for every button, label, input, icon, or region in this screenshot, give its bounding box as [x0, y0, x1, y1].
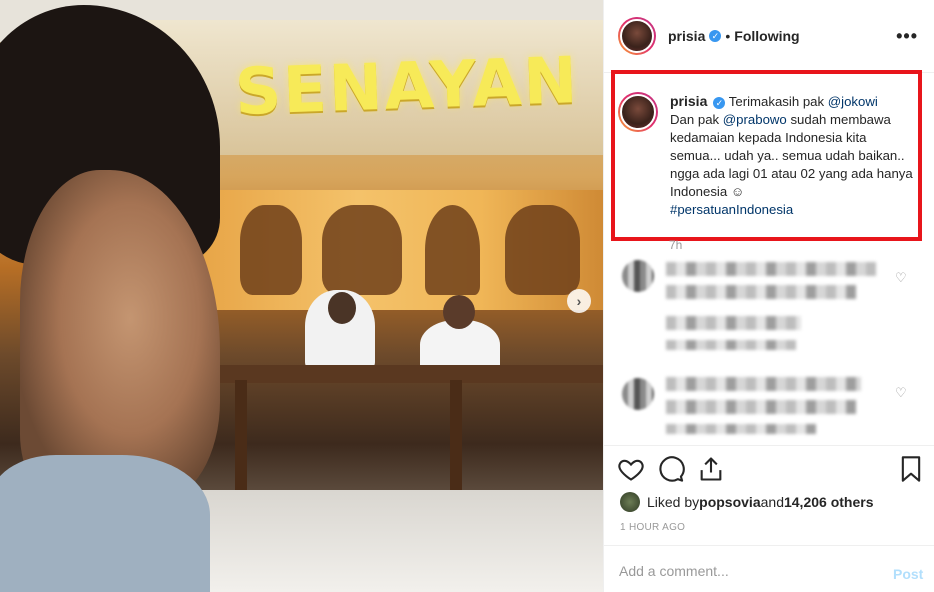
- caption: prisia ✓ Terimakasih pak @jokowi Dan pak …: [618, 92, 918, 219]
- header-separator: •: [725, 28, 731, 44]
- post-age: 1 HOUR AGO: [620, 522, 686, 533]
- avatar[interactable]: [620, 492, 640, 512]
- comment-text-blurred: [666, 377, 861, 391]
- comment-icon[interactable]: [657, 455, 685, 483]
- comment-text-blurred: [666, 262, 876, 276]
- caption-text-2: Dan pak: [670, 112, 723, 127]
- likes-prefix: Liked by: [647, 494, 700, 510]
- heart-icon[interactable]: ♡: [895, 385, 907, 401]
- avatar[interactable]: [618, 17, 656, 55]
- instagram-post-view: SENAYAN › prisia ✓ • Following ••• prisi…: [0, 0, 934, 592]
- caption-text: prisia ✓ Terimakasih pak @jokowi Dan pak …: [670, 92, 918, 219]
- comment-meta-blurred: [666, 340, 796, 350]
- comment-text-blurred: [666, 400, 856, 414]
- wayang-puppet: [240, 205, 302, 295]
- heart-icon[interactable]: [617, 455, 645, 483]
- verified-icon: ✓: [709, 30, 722, 42]
- share-icon[interactable]: [697, 455, 725, 483]
- post-photo[interactable]: SENAYAN ›: [0, 0, 603, 592]
- likes-user-link[interactable]: popsovia: [699, 494, 760, 510]
- heart-icon[interactable]: ♡: [895, 270, 907, 286]
- more-options-icon[interactable]: •••: [896, 26, 918, 47]
- table-leg: [235, 380, 247, 490]
- comment-meta-blurred: [666, 424, 816, 434]
- post-header: prisia ✓ • Following •••: [604, 0, 934, 73]
- avatar[interactable]: [622, 378, 654, 410]
- avatar[interactable]: [618, 92, 658, 132]
- wayang-puppet: [505, 205, 580, 295]
- divider: [603, 445, 934, 446]
- bookmark-icon[interactable]: [897, 455, 925, 483]
- comment-input[interactable]: [619, 563, 859, 579]
- mention-jokowi[interactable]: @jokowi: [828, 94, 878, 109]
- header-username[interactable]: prisia: [668, 28, 705, 44]
- verified-icon: ✓: [713, 96, 726, 109]
- likes-summary: Liked by popsovia and 14,206 others: [620, 492, 873, 512]
- divider: [603, 545, 934, 546]
- caption-username[interactable]: prisia: [670, 93, 707, 109]
- hashtag-link[interactable]: #persatuanIndonesia: [670, 202, 793, 217]
- gunungan-puppet: [425, 205, 480, 295]
- person-head: [328, 292, 356, 324]
- follow-status-button[interactable]: Following: [734, 28, 799, 44]
- wayang-puppet: [322, 205, 402, 295]
- likes-middle: and: [760, 494, 784, 510]
- caption-time: 7h: [669, 238, 683, 252]
- mention-prabowo[interactable]: @prabowo: [723, 112, 787, 127]
- action-bar: [617, 455, 922, 485]
- post-comment-button[interactable]: Post: [893, 566, 923, 582]
- likes-count-link[interactable]: 14,206 others: [784, 494, 874, 510]
- caption-text-1: Terimakasih pak: [728, 94, 828, 109]
- avatar[interactable]: [622, 260, 654, 292]
- photo-table: [215, 365, 603, 383]
- table-leg: [450, 380, 462, 490]
- comment-text-blurred: [666, 285, 856, 299]
- foreground-shirt: [0, 455, 210, 592]
- restaurant-sign: SENAYAN: [233, 44, 581, 130]
- person-head: [443, 295, 475, 329]
- next-arrow-icon[interactable]: ›: [567, 289, 591, 313]
- comment-meta-blurred: [666, 316, 801, 330]
- header-user-info: prisia ✓ • Following: [668, 28, 800, 44]
